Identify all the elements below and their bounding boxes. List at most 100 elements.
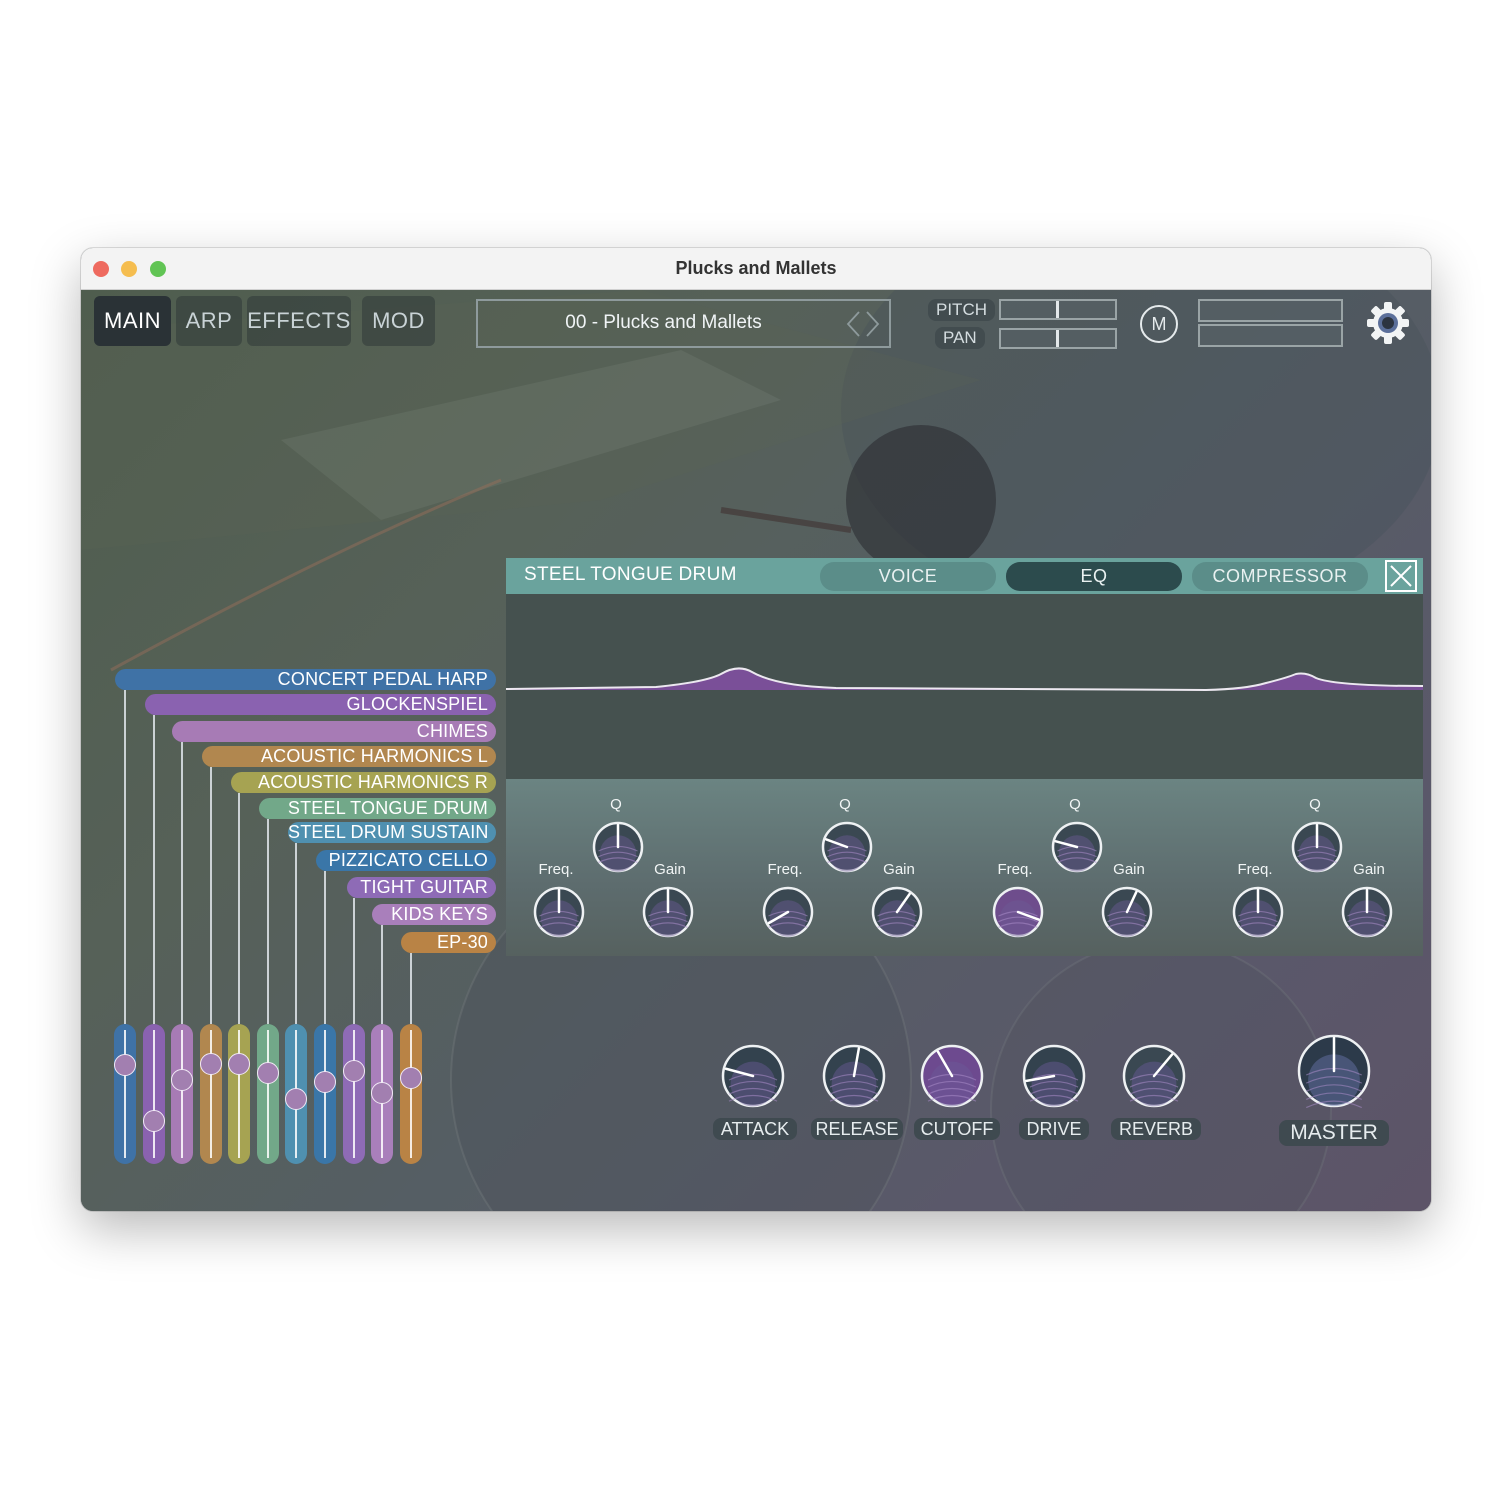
output-meter-right <box>1198 324 1343 347</box>
eq-freq-knob[interactable] <box>762 886 814 943</box>
pan-slider[interactable] <box>999 328 1117 349</box>
fader-thumb[interactable] <box>114 1053 136 1076</box>
eq-curve <box>505 667 1424 692</box>
fader-thumb[interactable] <box>400 1066 422 1089</box>
layer-volume-fader[interactable] <box>285 1024 307 1164</box>
pitch-slider-center <box>1056 301 1059 318</box>
layer-connector-line <box>353 898 355 1024</box>
fader-thumb[interactable] <box>143 1109 165 1132</box>
macro-knob-release[interactable] <box>822 1044 886 1113</box>
macro-label-cutoff: CUTOFF <box>914 1118 1000 1140</box>
fader-rail <box>353 1030 355 1158</box>
eq-q-knob[interactable] <box>1051 821 1103 878</box>
tab-effects[interactable]: EFFECTS <box>247 296 351 346</box>
pitch-slider[interactable] <box>999 299 1117 320</box>
mono-button[interactable]: M <box>1140 305 1178 343</box>
preset-arrows-icon[interactable] <box>843 307 883 341</box>
layer-item[interactable]: PIZZICATO CELLO <box>316 850 496 871</box>
layer-volume-fader[interactable] <box>171 1024 193 1164</box>
layer-volume-fader[interactable] <box>200 1024 222 1164</box>
eq-gain-knob[interactable] <box>871 886 923 943</box>
tab-mod[interactable]: MOD <box>362 296 435 346</box>
layer-item[interactable]: STEEL DRUM SUSTAIN <box>288 822 496 843</box>
window-title: Plucks and Mallets <box>675 258 837 278</box>
layer-panel-title: STEEL TONGUE DRUM <box>524 564 737 585</box>
eq-q-label: Q <box>1069 796 1081 813</box>
macro-knob-reverb[interactable] <box>1122 1044 1186 1113</box>
macro-label-attack: ATTACK <box>713 1118 797 1140</box>
eq-gain-knob[interactable] <box>642 886 694 943</box>
eq-q-knob[interactable] <box>821 821 873 878</box>
layer-volume-fader[interactable] <box>257 1024 279 1164</box>
pan-label: PAN <box>935 327 985 349</box>
layer-item[interactable]: CHIMES <box>172 721 496 742</box>
master-volume-knob[interactable] <box>1297 1034 1371 1117</box>
fader-thumb[interactable] <box>343 1060 365 1083</box>
tab-arp[interactable]: ARP <box>176 296 242 346</box>
layer-item[interactable]: TIGHT GUITAR <box>347 877 496 898</box>
macro-knob-drive[interactable] <box>1022 1044 1086 1113</box>
layer-item[interactable]: KIDS KEYS <box>372 904 496 925</box>
eq-freq-knob[interactable] <box>1232 886 1284 943</box>
tab-compressor-label: COMPRESSOR <box>1212 566 1348 586</box>
layer-volume-fader[interactable] <box>228 1024 250 1164</box>
layer-volume-fader[interactable] <box>114 1024 136 1164</box>
eq-gain-knob[interactable] <box>1101 886 1153 943</box>
eq-freq-label: Freq. <box>997 861 1033 878</box>
fader-thumb[interactable] <box>257 1062 279 1085</box>
settings-gear-icon[interactable] <box>1364 299 1412 347</box>
fader-rail <box>324 1030 326 1158</box>
layer-item[interactable]: EP-30 <box>401 932 496 953</box>
macro-knob-cutoff[interactable] <box>920 1044 984 1113</box>
pitch-label: PITCH <box>928 299 995 321</box>
layer-volume-fader[interactable] <box>314 1024 336 1164</box>
eq-q-knob[interactable] <box>1291 821 1343 878</box>
layer-connector-line <box>181 742 183 1024</box>
layer-item[interactable]: STEEL TONGUE DRUM <box>259 798 496 819</box>
eq-freq-label: Freq. <box>538 861 574 878</box>
fader-thumb[interactable] <box>371 1081 393 1104</box>
fader-thumb[interactable] <box>200 1052 222 1075</box>
layer-volume-fader[interactable] <box>343 1024 365 1164</box>
layer-panel-header: STEEL TONGUE DRUM VOICE EQ COMPRESSOR <box>506 558 1423 594</box>
eq-gain-label: Gain <box>1353 861 1385 878</box>
tab-main[interactable]: MAIN <box>94 296 171 346</box>
eq-freq-knob[interactable] <box>533 886 585 943</box>
layer-item[interactable]: ACOUSTIC HARMONICS L <box>202 746 496 767</box>
tab-eq-label: EQ <box>1080 566 1108 586</box>
close-panel-button[interactable] <box>1385 560 1417 592</box>
layer-volume-fader[interactable] <box>371 1024 393 1164</box>
layer-item[interactable]: CONCERT PEDAL HARP <box>115 669 496 690</box>
eq-q-knob[interactable] <box>592 821 644 878</box>
tab-voice-label: VOICE <box>878 566 938 586</box>
layer-connector-line <box>410 953 412 1024</box>
macro-label-release: RELEASE <box>811 1118 903 1140</box>
fader-thumb[interactable] <box>314 1071 336 1094</box>
fader-thumb[interactable] <box>171 1068 193 1091</box>
eq-q-label: Q <box>839 796 851 813</box>
layer-connector-line <box>381 925 383 1024</box>
fader-thumb[interactable] <box>228 1052 250 1075</box>
layer-volume-fader[interactable] <box>400 1024 422 1164</box>
tab-compressor[interactable]: COMPRESSOR <box>1192 562 1368 591</box>
eq-gain-knob[interactable] <box>1341 886 1393 943</box>
eq-curve-display[interactable] <box>505 594 1424 779</box>
preset-selector[interactable]: 00 - Plucks and Mallets <box>476 299 891 348</box>
fader-rail <box>410 1030 412 1158</box>
layer-volume-fader[interactable] <box>143 1024 165 1164</box>
fader-rail <box>267 1030 269 1158</box>
layer-connector-line <box>267 819 269 1024</box>
macro-knob-attack[interactable] <box>721 1044 785 1113</box>
eq-band-controls: Q Freq. Gain Q Freq. Gain Q Freq. Gain Q… <box>506 779 1423 956</box>
macro-label-reverb: REVERB <box>1111 1118 1201 1140</box>
layer-item[interactable]: ACOUSTIC HARMONICS R <box>231 772 496 793</box>
layer-item[interactable]: GLOCKENSPIEL <box>145 694 496 715</box>
tab-voice[interactable]: VOICE <box>820 562 996 591</box>
tab-eq[interactable]: EQ <box>1006 562 1182 591</box>
layer-connector-line <box>324 871 326 1024</box>
fader-thumb[interactable] <box>285 1088 307 1111</box>
output-meter-left <box>1198 299 1343 322</box>
preset-name: 00 - Plucks and Mallets <box>565 312 762 333</box>
pan-slider-center <box>1056 330 1059 347</box>
eq-freq-knob[interactable] <box>992 886 1044 943</box>
